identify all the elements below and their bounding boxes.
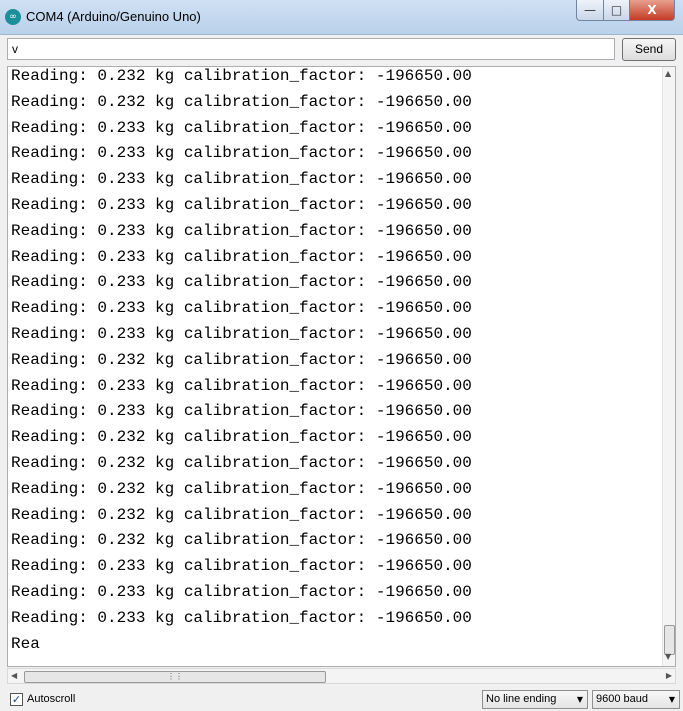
output-line: Reading: 0.233 kg calibration_factor: -1… (11, 608, 472, 627)
horizontal-scroll-thumb[interactable]: ⋮⋮ (24, 671, 326, 683)
line-ending-select[interactable]: No line ending ▼ (482, 690, 588, 709)
send-button[interactable]: Send (622, 38, 676, 61)
status-bar: ✓ Autoscroll No line ending ▼ 9600 baud … (0, 688, 683, 711)
output-line: Reading: 0.233 kg calibration_factor: -1… (11, 324, 472, 343)
autoscroll-label: Autoscroll (27, 693, 76, 705)
output-line: Reading: 0.233 kg calibration_factor: -1… (11, 376, 472, 395)
arduino-icon: ∞ (5, 9, 21, 25)
output-line: Reading: 0.232 kg calibration_factor: -1… (11, 453, 472, 472)
window-title: COM4 (Arduino/Genuino Uno) (26, 9, 201, 24)
close-button[interactable]: X (630, 0, 675, 21)
output-line: Reading: 0.233 kg calibration_factor: -1… (11, 402, 472, 421)
input-bar: v Send (0, 35, 683, 65)
output-line: Reading: 0.232 kg calibration_factor: -1… (11, 479, 472, 498)
output-line: Reading: 0.233 kg calibration_factor: -1… (11, 247, 472, 266)
output-line: Reading: 0.233 kg calibration_factor: -1… (11, 221, 472, 240)
chevron-down-icon: ▼ (576, 695, 583, 704)
horizontal-scrollbar[interactable]: ◀ ⋮⋮ ▶ (7, 668, 676, 684)
serial-input[interactable]: v (7, 38, 615, 60)
output-line: Reading: 0.233 kg calibration_factor: -1… (11, 195, 472, 214)
vertical-scrollbar[interactable]: ▲ ▼ (662, 67, 675, 666)
output-line: Reading: 0.233 kg calibration_factor: -1… (11, 118, 472, 137)
output-lines: Reading: 0.232 kg calibration_factor: -1… (11, 67, 472, 657)
baud-rate-select[interactable]: 9600 baud ▼ (592, 690, 680, 709)
vertical-scroll-thumb[interactable] (664, 625, 675, 655)
output-line: Reading: 0.232 kg calibration_factor: -1… (11, 505, 472, 524)
baud-rate-value: 9600 baud (596, 693, 648, 705)
output-line: Reading: 0.233 kg calibration_factor: -1… (11, 557, 472, 576)
maximize-button[interactable]: □ (604, 0, 630, 21)
output-line: Reading: 0.232 kg calibration_factor: -1… (11, 92, 472, 111)
output-line: Reading: 0.233 kg calibration_factor: -1… (11, 582, 472, 601)
output-line: Reading: 0.232 kg calibration_factor: -1… (11, 428, 472, 447)
output-line: Reading: 0.232 kg calibration_factor: -1… (11, 67, 472, 85)
output-line: Rea (11, 634, 40, 653)
title-bar: ∞ COM4 (Arduino/Genuino Uno) — □ X (0, 0, 683, 35)
output-line: Reading: 0.233 kg calibration_factor: -1… (11, 170, 472, 189)
output-line: Reading: 0.232 kg calibration_factor: -1… (11, 531, 472, 550)
output-line: Reading: 0.233 kg calibration_factor: -1… (11, 273, 472, 292)
output-line: Reading: 0.232 kg calibration_factor: -1… (11, 350, 472, 369)
line-ending-value: No line ending (486, 693, 557, 705)
minimize-button[interactable]: — (576, 0, 604, 21)
scroll-right-icon[interactable]: ▶ (666, 671, 672, 680)
scroll-up-icon[interactable]: ▲ (665, 69, 671, 78)
scroll-down-icon[interactable]: ▼ (665, 652, 671, 661)
window-controls: — □ X (576, 0, 675, 22)
scroll-left-icon[interactable]: ◀ (11, 671, 17, 680)
autoscroll-checkbox[interactable]: ✓ (10, 693, 23, 706)
serial-output[interactable]: Reading: 0.232 kg calibration_factor: -1… (7, 66, 676, 667)
output-line: Reading: 0.233 kg calibration_factor: -1… (11, 299, 472, 318)
chevron-down-icon: ▼ (668, 695, 675, 704)
output-line: Reading: 0.233 kg calibration_factor: -1… (11, 144, 472, 163)
